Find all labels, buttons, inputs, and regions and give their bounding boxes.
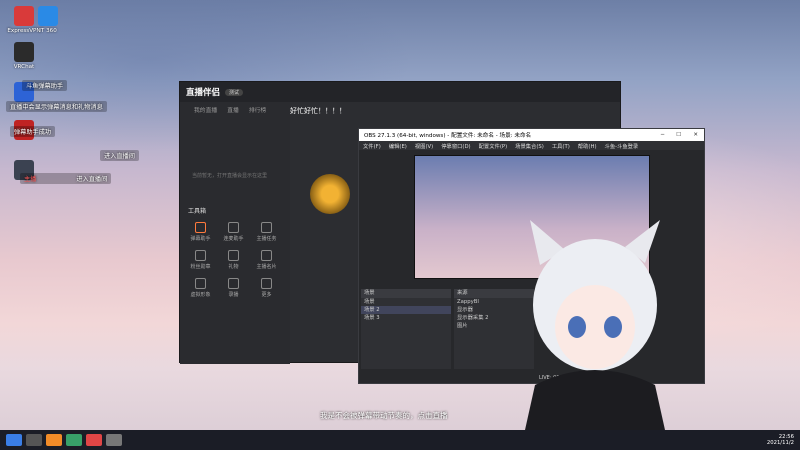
close-icon[interactable]: ✕ (693, 132, 698, 138)
tool-icon (261, 278, 272, 289)
tool-button[interactable]: 更多 (250, 278, 283, 298)
menu-item[interactable]: 编辑(E) (389, 142, 407, 150)
scene-item[interactable]: 场景 (361, 298, 451, 306)
scene-item[interactable]: 场景 2 (361, 306, 451, 314)
obs-title-bar: OBS 27.1.3 (64-bit, windows) - 配置文件: 未命名… (359, 129, 704, 141)
tool-button[interactable]: 礼物 (217, 250, 250, 270)
tool-button[interactable]: 主播名片 (250, 250, 283, 270)
stream-subtitle: 我是不会被弹幕带动节奏的，点击直播 (320, 411, 448, 420)
tab[interactable]: 我的直播 (194, 105, 217, 114)
chat-line: 直播中会显示弹幕消息和礼物消息 (6, 101, 107, 112)
maximize-icon[interactable]: ☐ (676, 132, 681, 138)
tools-grid: 弹幕助手 连麦助手 主播任务粉丝勋章 礼物 主播名片虚拟形象 录播 更多 (184, 222, 288, 306)
menu-item[interactable]: 文件(F) (363, 142, 381, 150)
chat-line: 进入直播间 (100, 150, 139, 161)
window-controls: ─ ☐ ✕ (661, 132, 704, 138)
system-clock[interactable]: 22:56 2021/11/2 (767, 434, 800, 446)
tool-icon (261, 222, 272, 233)
desktop-icon[interactable]: IT 360 (28, 6, 68, 34)
windows-start-icon[interactable] (6, 434, 22, 446)
desktop-icon[interactable]: VRChat (4, 42, 44, 70)
version-badge: 测试 (225, 88, 244, 96)
menu-item[interactable]: 帮助(H) (578, 142, 597, 150)
tab[interactable]: 直播 (227, 105, 239, 114)
taskbar: 22:56 2021/11/2 (0, 430, 800, 450)
obs-menu-bar: 文件(F) 编辑(E) 视图(V) 停靠窗口(D) 配置文件(P) 场景集合(S) 工具(T… (359, 141, 704, 150)
app-logo: 直播伴侣 (186, 88, 221, 98)
tool-button[interactable]: 主播任务 (250, 222, 283, 242)
dock-header: 场景 (361, 289, 451, 298)
tool-icon (261, 250, 272, 261)
menu-item[interactable]: 视图(V) (415, 142, 433, 150)
tool-icon (195, 278, 206, 289)
menu-item[interactable]: 配置文件(P) (479, 142, 508, 150)
vtuber-avatar (525, 220, 665, 430)
chat-line: 主播 进入直播间 (20, 173, 112, 184)
tool-icon (195, 250, 206, 261)
tool-button[interactable]: 粉丝勋章 (184, 250, 217, 270)
chat-line: 斗鱼弹幕助手 (22, 80, 68, 91)
taskbar-app-icon[interactable] (46, 434, 62, 446)
scene-item[interactable]: 场景 3 (361, 314, 451, 322)
tool-button[interactable]: 虚拟形象 (184, 278, 217, 298)
scenes-dock: 场景 场景 场景 2 场景 3 (361, 289, 451, 369)
tool-button[interactable]: 弹幕助手 (184, 222, 217, 242)
tool-button[interactable]: 连麦助手 (217, 222, 250, 242)
tab[interactable]: 排行榜 (249, 105, 266, 114)
app-icon (38, 6, 58, 26)
empty-hint: 当前暂无，打开直播会显示在这里 (192, 173, 268, 179)
tools-label: 工具箱 (188, 208, 207, 215)
tab-bar: 我的直播 直播 排行榜 (180, 102, 290, 116)
tool-icon (228, 250, 239, 261)
start-live-button[interactable] (310, 174, 350, 214)
taskbar-app-icon[interactable] (66, 434, 82, 446)
tool-icon (228, 278, 239, 289)
left-panel: 我的直播 直播 排行榜 当前暂无，打开直播会显示在这里 工具箱 弹幕助手 连麦助手… (180, 102, 290, 364)
taskbar-app-icon[interactable] (86, 434, 102, 446)
tool-icon (228, 222, 239, 233)
tool-button[interactable]: 录播 (217, 278, 250, 298)
menu-item[interactable]: 场景集合(S) (515, 142, 544, 150)
menu-item[interactable]: 停靠窗口(D) (441, 142, 470, 150)
title-bar: 直播伴侣 测试 (180, 82, 620, 102)
search-icon[interactable] (26, 434, 42, 446)
obs-title: OBS 27.1.3 (64-bit, windows) - 配置文件: 未命名… (364, 133, 532, 139)
taskbar-app-icon[interactable] (106, 434, 122, 446)
room-title: 好忙好忙！！！！ (290, 107, 346, 115)
app-icon (14, 42, 34, 62)
menu-item[interactable]: 工具(T) (552, 142, 570, 150)
minimize-icon[interactable]: ─ (661, 132, 664, 138)
menu-item[interactable]: 斗鱼-斗鱼登录 (605, 142, 639, 150)
chat-line: 弹幕助手成功 (10, 126, 56, 137)
tool-icon (195, 222, 206, 233)
